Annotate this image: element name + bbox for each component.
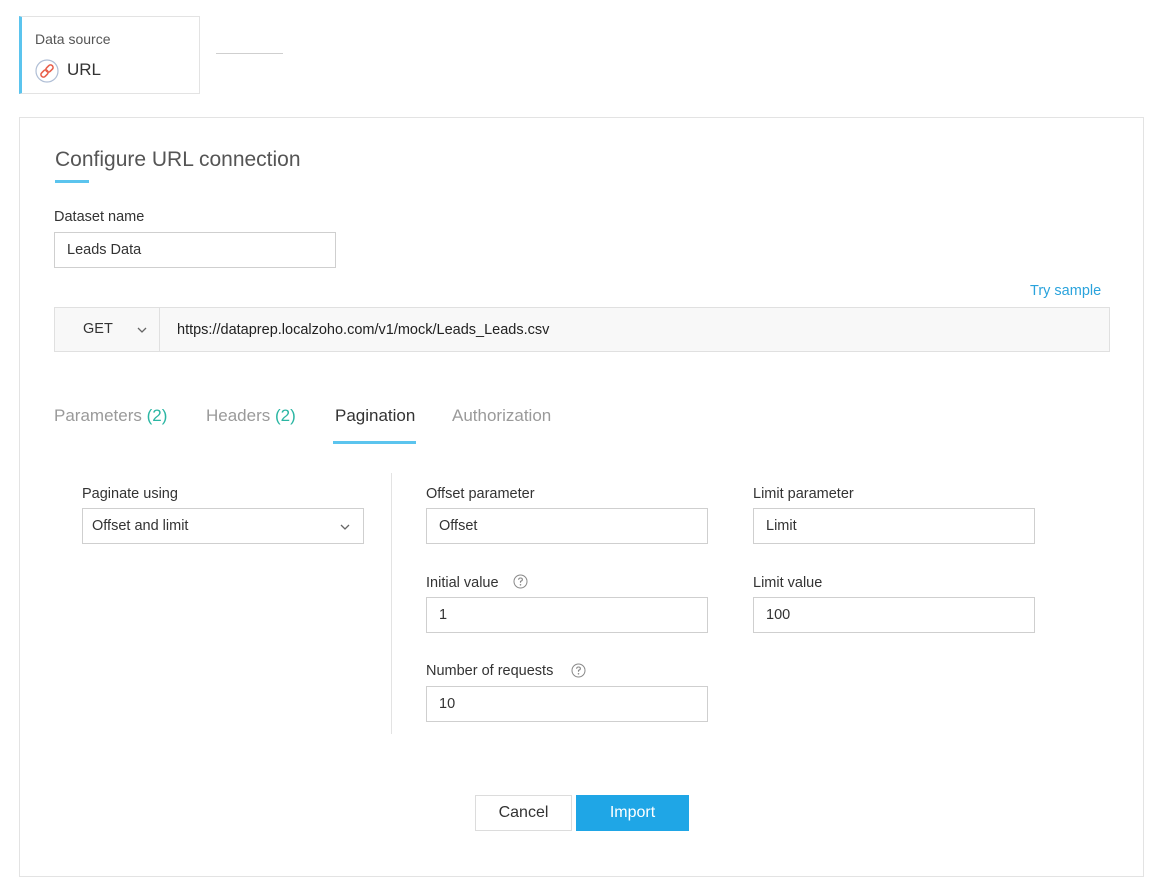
initial-value-label: Initial value	[426, 575, 499, 591]
active-tab-indicator	[333, 441, 416, 444]
dataset-name-label: Dataset name	[54, 209, 145, 225]
tab-label: Authorization	[452, 406, 552, 425]
step-connector	[216, 53, 283, 54]
url-bar: GET	[54, 307, 1110, 352]
help-icon[interactable]	[571, 663, 586, 678]
link-icon	[35, 59, 59, 83]
limit-value-input[interactable]	[753, 597, 1035, 633]
tab-label: Pagination	[335, 406, 416, 425]
dataset-name-input[interactable]	[54, 232, 336, 268]
paginate-using-label: Paginate using	[82, 486, 178, 502]
url-input[interactable]	[161, 308, 1109, 351]
paginate-using-value: Offset and limit	[92, 518, 189, 534]
tab-count: (2)	[275, 406, 296, 425]
http-method-value: GET	[83, 321, 113, 337]
tab-parameters[interactable]: Parameters (2)	[54, 406, 167, 426]
page-title: Configure URL connection	[55, 148, 301, 171]
paginate-using-select[interactable]: Offset and limit	[82, 508, 364, 544]
title-underline	[55, 180, 89, 183]
http-method-select[interactable]: GET	[55, 308, 160, 351]
tab-label: Parameters	[54, 406, 142, 425]
limit-parameter-input[interactable]	[753, 508, 1035, 544]
offset-parameter-input[interactable]	[426, 508, 708, 544]
chevron-down-icon	[136, 323, 148, 335]
chevron-down-icon	[339, 520, 351, 532]
data-source-value: URL	[67, 60, 102, 79]
limit-value-label: Limit value	[753, 575, 823, 591]
data-source-label: Data source	[35, 31, 111, 47]
number-of-requests-input[interactable]	[426, 686, 708, 722]
try-sample-link[interactable]: Try sample	[1030, 283, 1101, 299]
tab-label: Headers	[206, 406, 271, 425]
initial-value-input[interactable]	[426, 597, 708, 633]
tab-count: (2)	[146, 406, 168, 425]
tab-headers[interactable]: Headers (2)	[206, 406, 296, 426]
configure-panel: Configure URL connection Dataset name Tr…	[19, 117, 1144, 877]
import-button[interactable]: Import	[576, 795, 689, 831]
limit-parameter-label: Limit parameter	[753, 486, 854, 502]
cancel-button[interactable]: Cancel	[475, 795, 572, 831]
tab-authorization[interactable]: Authorization	[452, 406, 551, 426]
number-of-requests-label: Number of requests	[426, 663, 554, 679]
help-icon[interactable]	[513, 574, 528, 589]
column-divider	[391, 473, 392, 734]
tab-pagination[interactable]: Pagination	[335, 406, 415, 426]
data-source-card[interactable]: Data source URL	[19, 16, 200, 94]
offset-parameter-label: Offset parameter	[426, 486, 535, 502]
